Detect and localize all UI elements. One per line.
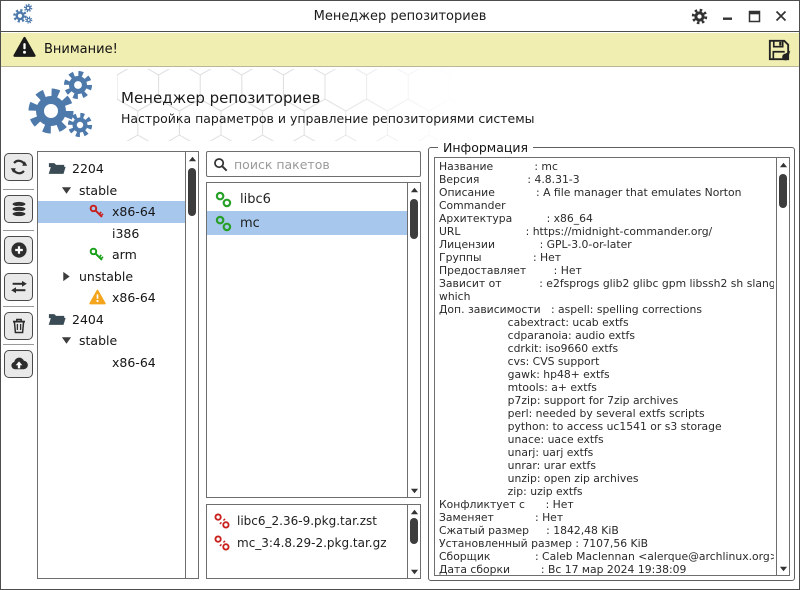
- tree-item-arm[interactable]: arm: [38, 244, 185, 266]
- warning-label: Внимание!: [44, 42, 118, 57]
- scroll-thumb[interactable]: [188, 168, 196, 216]
- info-scrollbar: [776, 158, 789, 575]
- scroll-thumb[interactable]: [779, 174, 787, 208]
- toolbar-separator: [3, 306, 34, 307]
- scroll-up-arrow[interactable]: [186, 153, 198, 165]
- maximize-button[interactable]: [748, 10, 761, 23]
- database-icon: [10, 200, 28, 218]
- caret-right-icon[interactable]: [60, 270, 72, 282]
- caret-down-icon[interactable]: [60, 184, 72, 196]
- tree-scrollbar: [185, 152, 198, 578]
- titlebar: Менеджер репозиториев: [1, 1, 799, 32]
- close-button[interactable]: [775, 10, 787, 22]
- repository-tree: 2204 stable x86-64 i386 arm unstable x86…: [37, 151, 199, 579]
- upload-icon: [10, 355, 28, 373]
- tree-item-x86-64-2404[interactable]: x86-64: [38, 352, 185, 374]
- tree-item-i386[interactable]: i386: [38, 223, 185, 245]
- caret-down-icon[interactable]: [60, 335, 72, 347]
- toolbar-separator: [3, 189, 34, 190]
- transfer-button[interactable]: [4, 273, 33, 301]
- minimize-button[interactable]: [722, 10, 734, 22]
- page-subtitle: Настройка параметров и управление репози…: [121, 111, 535, 126]
- info-group: Информация Название : mc Версия : 4.8.31…: [428, 147, 795, 581]
- broken-link-icon: [214, 513, 230, 529]
- scroll-thumb[interactable]: [410, 199, 418, 239]
- app-window: Менеджер репозиториев Внимание!: [0, 0, 800, 590]
- scroll-up-arrow[interactable]: [408, 184, 420, 196]
- chain-link-icon: [215, 191, 232, 208]
- scroll-up-arrow[interactable]: [777, 159, 789, 171]
- package-list-scrollbar: [407, 183, 420, 497]
- warning-icon: [88, 290, 106, 306]
- refresh-icon: [10, 158, 28, 176]
- package-file-list: libc6_2.36-9.pkg.tar.zst mc_3:4.8.29-2.p…: [206, 504, 421, 579]
- window-title: Менеджер репозиториев: [1, 9, 799, 24]
- tree-item-x86-64[interactable]: x86-64: [38, 201, 185, 223]
- package-search: [206, 151, 421, 177]
- key-red-icon: [88, 204, 106, 220]
- settings-gear-icon[interactable]: [691, 8, 708, 25]
- search-icon: [213, 157, 228, 172]
- scroll-down-arrow[interactable]: [777, 562, 789, 574]
- toolbar-separator: [3, 344, 34, 345]
- tree-item-2204[interactable]: 2204: [38, 158, 185, 180]
- logo-gears-icon: [19, 71, 105, 145]
- scroll-thumb[interactable]: [410, 518, 418, 544]
- warning-bar: Внимание!: [1, 33, 799, 67]
- folder-open-icon: [48, 311, 66, 327]
- delete-button[interactable]: [4, 312, 33, 340]
- trash-icon: [10, 317, 28, 335]
- file-item-mc[interactable]: mc_3:4.8.29-2.pkg.tar.gz: [207, 532, 407, 554]
- package-item-mc[interactable]: mc: [207, 211, 407, 235]
- page-title: Менеджер репозиториев: [121, 89, 320, 107]
- save-icon[interactable]: [767, 38, 791, 62]
- add-button[interactable]: [4, 236, 33, 264]
- refresh-button[interactable]: [4, 153, 33, 181]
- app-gears-icon: [11, 2, 35, 30]
- tree-item-2404[interactable]: 2404: [38, 309, 185, 331]
- transfer-icon: [10, 278, 28, 296]
- search-input[interactable]: [234, 157, 414, 172]
- file-item-libc6[interactable]: libc6_2.36-9.pkg.tar.zst: [207, 510, 407, 532]
- chain-link-icon: [215, 215, 232, 232]
- tree-item-unstable[interactable]: unstable: [38, 266, 185, 288]
- add-icon: [10, 241, 28, 259]
- tree-item-stable-2404[interactable]: stable: [38, 330, 185, 352]
- upload-button[interactable]: [4, 350, 33, 378]
- header: Менеджер репозиториев Настройка параметр…: [1, 67, 799, 143]
- tree-item-stable[interactable]: stable: [38, 180, 185, 202]
- broken-link-icon: [214, 535, 230, 551]
- warning-triangle-icon: [13, 36, 36, 63]
- tree-item-x86-64-warn[interactable]: x86-64: [38, 287, 185, 309]
- scroll-up-arrow[interactable]: [408, 506, 420, 518]
- scroll-down-arrow[interactable]: [408, 484, 420, 496]
- database-button[interactable]: [4, 195, 33, 223]
- info-text-view: Название : mc Версия : 4.8.31-3 Описание…: [434, 157, 790, 576]
- package-info: Название : mc Версия : 4.8.31-3 Описание…: [439, 160, 774, 575]
- key-green-icon: [88, 247, 106, 263]
- scroll-down-arrow[interactable]: [408, 565, 420, 577]
- info-group-legend: Информация: [438, 140, 533, 155]
- file-list-scrollbar: [407, 505, 420, 578]
- package-item-libc6[interactable]: libc6: [207, 187, 407, 211]
- toolbar-separator: [3, 230, 34, 231]
- package-list: libc6 mc: [206, 182, 421, 498]
- folder-open-icon: [48, 161, 66, 177]
